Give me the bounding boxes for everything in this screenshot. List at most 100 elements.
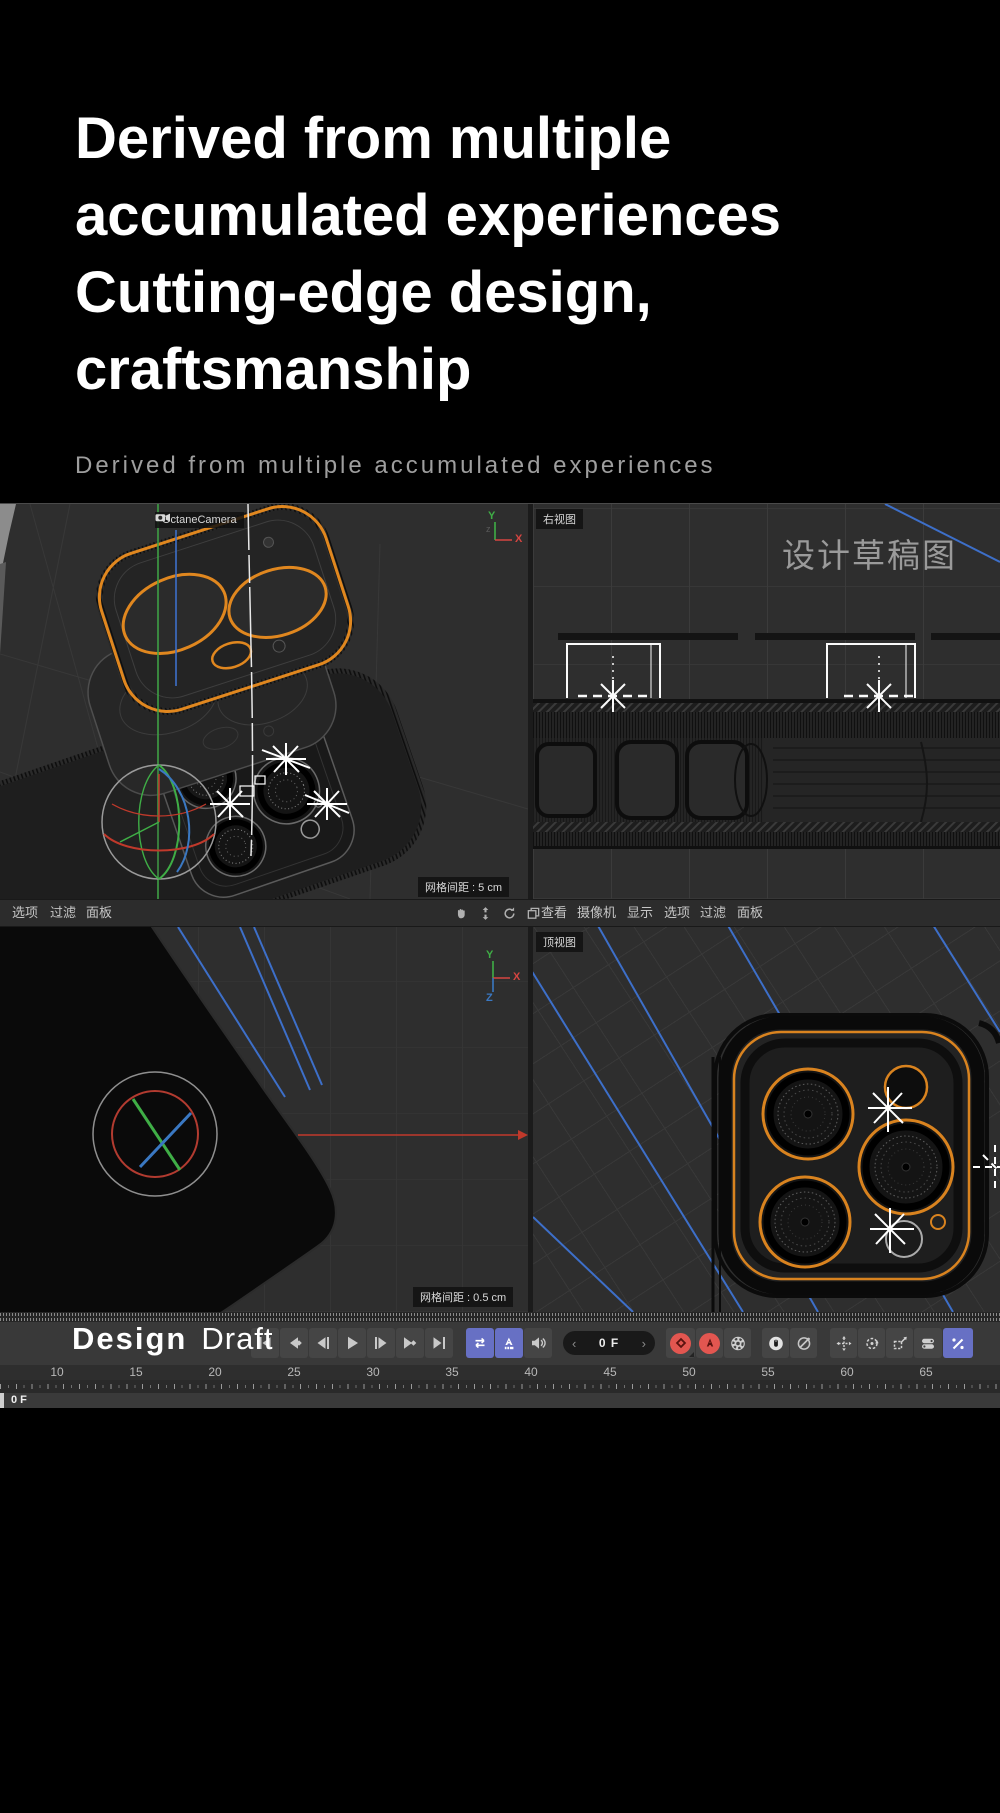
ruler-tick-label: 15 xyxy=(129,1365,142,1380)
menu-panel-right[interactable]: 面板 xyxy=(737,900,763,926)
pan-view-icon[interactable] xyxy=(453,905,470,922)
title-line-4: craftsmanship xyxy=(75,331,781,408)
go-end-button[interactable] xyxy=(425,1328,453,1358)
next-key-button[interactable] xyxy=(396,1328,424,1358)
next-frame-icon xyxy=(373,1336,389,1350)
keyframe-lock-button[interactable] xyxy=(943,1328,973,1358)
grid-spacing-label-front: 网格间距 : 0.5 cm xyxy=(413,1287,513,1307)
overlay-word-design: Design xyxy=(72,1321,187,1356)
record-rotation-button[interactable] xyxy=(858,1328,885,1358)
animate-mode-icon xyxy=(501,1336,517,1350)
tangent-mode-icon xyxy=(796,1336,812,1351)
rotate-view-icon[interactable] xyxy=(501,905,518,922)
zoom-view-icon[interactable] xyxy=(477,905,494,922)
next-frame-button[interactable] xyxy=(367,1328,395,1358)
title-line-1: Derived from multiple xyxy=(75,100,781,177)
animate-mode-button[interactable] xyxy=(495,1328,523,1358)
loop-playback-button[interactable] xyxy=(466,1328,494,1358)
sound-button[interactable] xyxy=(524,1328,552,1358)
loop-playback-icon xyxy=(472,1336,488,1350)
record-keyframe-button[interactable] xyxy=(666,1328,695,1358)
ruler-tick-label: 45 xyxy=(603,1365,616,1380)
record-parameter-button[interactable] xyxy=(914,1328,942,1358)
ruler-tick-label: 40 xyxy=(524,1365,537,1380)
design-draft-overlay: Design Draft xyxy=(72,1321,274,1357)
timeline-ruler[interactable]: 10 15 20 25 30 35 40 45 50 55 60 65 xyxy=(0,1365,1000,1380)
viewport-label-top[interactable]: 顶视图 xyxy=(536,932,583,952)
ruler-tick-label: 35 xyxy=(445,1365,458,1380)
record-parameter-icon xyxy=(920,1336,936,1351)
timeline-scrubber[interactable]: 0 F xyxy=(0,1393,1000,1408)
ruler-tick-label: 30 xyxy=(366,1365,379,1380)
viewport-label-right[interactable]: 右视图 xyxy=(536,509,583,529)
frame-next-arrow[interactable]: › xyxy=(642,1336,646,1351)
grid-spacing-label-persp: 网格间距 : 5 cm xyxy=(418,877,509,897)
autokey-icon xyxy=(704,1337,716,1349)
menu-options-right[interactable]: 选项 xyxy=(664,900,690,926)
record-keyframe-icon xyxy=(675,1337,687,1349)
camera-label-text: OctaneCamera xyxy=(162,514,237,526)
page-title: Derived from multiple accumulated experi… xyxy=(75,100,781,408)
perspective-canvas xyxy=(0,504,528,899)
prev-frame-button[interactable] xyxy=(309,1328,337,1358)
record-selection-button[interactable] xyxy=(762,1328,789,1358)
menu-options-left[interactable]: 选项 xyxy=(12,900,38,926)
record-position-button[interactable] xyxy=(830,1328,857,1358)
current-frame-marker[interactable] xyxy=(0,1393,4,1408)
watermark-text: 设计草稿图 xyxy=(782,529,957,577)
viewport-menubar: 选项 过滤 面板 查看 摄像机 显示 选项 过滤 xyxy=(0,899,1000,927)
menu-panel-left[interactable]: 面板 xyxy=(86,900,112,926)
axis-gizmo-perspective: Y z X xyxy=(484,513,528,569)
menu-camera[interactable]: 摄像机 xyxy=(577,900,616,926)
record-position-icon xyxy=(836,1336,852,1351)
page-subtitle: Derived from multiple accumulated experi… xyxy=(75,452,716,480)
prev-key-button[interactable] xyxy=(280,1328,308,1358)
keyframe-lock-icon xyxy=(950,1336,966,1351)
ruler-tick-label: 60 xyxy=(840,1365,853,1380)
ruler-tick-label: 65 xyxy=(919,1365,932,1380)
prev-key-icon xyxy=(286,1336,302,1350)
timeline-ticks[interactable] xyxy=(0,1380,1000,1393)
next-key-icon xyxy=(402,1336,418,1350)
frame-field[interactable]: ‹ 0 F › xyxy=(563,1331,655,1355)
ruler-tick-label: 20 xyxy=(208,1365,221,1380)
frame-value: 0 F xyxy=(599,1336,619,1350)
frame-prev-arrow[interactable]: ‹ xyxy=(572,1336,576,1351)
play-icon xyxy=(344,1336,360,1350)
keyframe-settings-button[interactable] xyxy=(724,1328,751,1358)
viewport-front-view[interactable]: Y X Z 网格间距 : 0.5 cm xyxy=(0,927,528,1312)
viewport-top-view[interactable]: 顶视图 xyxy=(533,927,1000,1312)
menu-filter-right[interactable]: 过滤 xyxy=(700,900,726,926)
overlay-word-draft: Draft xyxy=(201,1321,273,1356)
viewport-right-view[interactable]: 右视图 设计草稿图 xyxy=(533,504,1000,899)
rotate-gizmo xyxy=(102,765,216,879)
ruler-tick-label: 55 xyxy=(761,1365,774,1380)
record-rotation-icon xyxy=(864,1336,880,1351)
c4d-editor: OctaneCamera Y z X 网格间距 : 5 cm xyxy=(0,503,1000,1407)
play-button[interactable] xyxy=(338,1328,366,1358)
front-view-canvas xyxy=(0,927,528,1312)
ruler-tick-label: 10 xyxy=(50,1365,63,1380)
record-scale-button[interactable] xyxy=(886,1328,913,1358)
tangent-mode-button[interactable] xyxy=(790,1328,817,1358)
axis-gizmo-front: Y X Z xyxy=(480,952,528,1008)
go-end-icon xyxy=(431,1336,447,1350)
page: Derived from multiple accumulated experi… xyxy=(0,0,1000,1813)
record-scale-icon xyxy=(892,1336,908,1351)
toggle-panel-icon[interactable] xyxy=(525,905,542,922)
keyframe-settings-icon xyxy=(730,1336,746,1351)
title-line-2: accumulated experiences xyxy=(75,177,781,254)
top-view-canvas xyxy=(533,927,1000,1312)
current-frame-label: 0 F xyxy=(11,1393,27,1408)
autokey-button[interactable] xyxy=(696,1328,723,1358)
sound-icon xyxy=(530,1336,546,1350)
camera-icon xyxy=(155,512,172,523)
title-line-3: Cutting-edge design, xyxy=(75,254,781,331)
ruler-tick-label: 25 xyxy=(287,1365,300,1380)
record-selection-icon xyxy=(768,1336,784,1351)
menu-filter-left[interactable]: 过滤 xyxy=(50,900,76,926)
camera-label[interactable]: OctaneCamera xyxy=(155,512,244,528)
menu-view[interactable]: 查看 xyxy=(541,900,567,926)
menu-display[interactable]: 显示 xyxy=(627,900,653,926)
viewport-perspective[interactable]: OctaneCamera Y z X 网格间距 : 5 cm xyxy=(0,504,528,899)
